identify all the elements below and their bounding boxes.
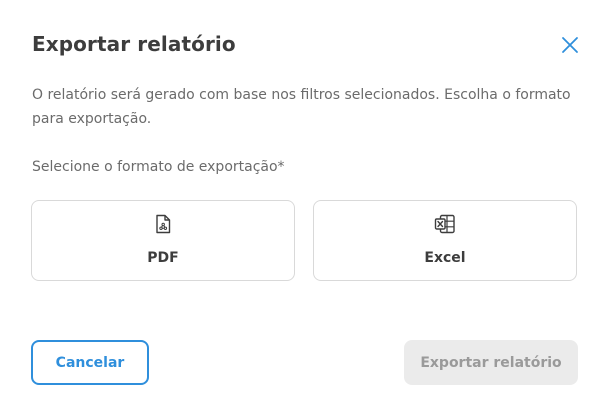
format-option-label: Excel bbox=[424, 250, 466, 266]
format-field-label: Selecione o formato de exportação* bbox=[32, 159, 285, 175]
export-report-dialog: Exportar relatório O relatório será gera… bbox=[0, 0, 613, 406]
dialog-description: O relatório será gerado com base nos fil… bbox=[32, 87, 571, 127]
close-icon bbox=[562, 37, 578, 53]
cancel-button[interactable]: Cancelar bbox=[31, 340, 149, 385]
close-button[interactable] bbox=[558, 33, 582, 57]
excel-file-icon bbox=[434, 213, 456, 235]
format-option-excel[interactable]: Excel bbox=[313, 200, 577, 281]
format-option-pdf[interactable]: PDF bbox=[31, 200, 295, 281]
export-report-button[interactable]: Exportar relatório bbox=[404, 340, 578, 385]
format-option-label: PDF bbox=[147, 250, 179, 266]
pdf-file-icon bbox=[152, 213, 174, 235]
dialog-title: Exportar relatório bbox=[32, 32, 236, 56]
